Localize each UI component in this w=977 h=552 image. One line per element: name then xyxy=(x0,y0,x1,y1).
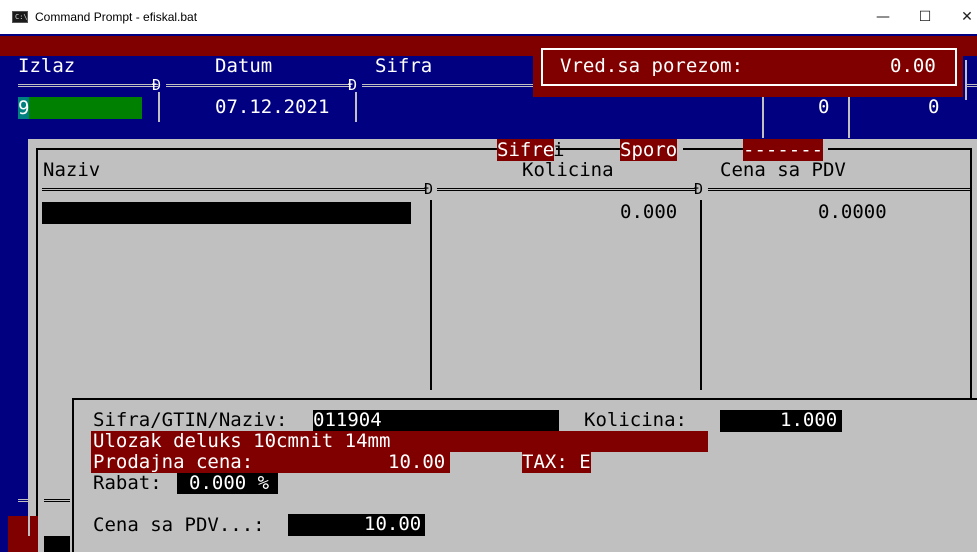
table-row-naziv-cell[interactable] xyxy=(42,202,411,224)
datum-value: 07.12.2021 xyxy=(215,96,330,118)
product-name: Ulozak deluks 10cmnit 14mm xyxy=(93,430,391,452)
col-naziv-header: Naziv xyxy=(43,159,101,181)
column-separator xyxy=(762,92,764,138)
header-divider xyxy=(166,84,351,87)
count-field-2: 0 xyxy=(928,96,940,118)
count-field-1: 0 xyxy=(818,96,830,118)
panel-border-top xyxy=(683,148,743,150)
kolicina-input-cursor xyxy=(706,410,720,432)
rabat-input-value: 0.000 % xyxy=(189,472,270,494)
panel-border-top xyxy=(828,148,970,150)
sifra-label: Sifra/GTIN/Naziv: xyxy=(93,409,288,431)
close-button[interactable]: ✕ xyxy=(949,6,977,28)
panel-border-top xyxy=(556,148,620,150)
minimize-button[interactable]: — xyxy=(865,6,901,28)
izlaz-input[interactable] xyxy=(18,97,142,119)
kolicina-label: Kolicina: xyxy=(584,409,687,431)
divider-junction: Ð xyxy=(424,180,434,198)
tab-sifre[interactable]: Sifre xyxy=(497,139,555,161)
header-divider xyxy=(18,84,158,87)
divider-junction: Ð xyxy=(694,180,704,198)
kolicina-input-value: 1.000 xyxy=(780,409,838,431)
window-title: Command Prompt - efiskal.bat xyxy=(35,10,198,24)
table-column-line xyxy=(700,200,702,390)
col-kolicina-header: Kolicina xyxy=(522,159,614,181)
header-datum-label: Datum xyxy=(215,55,273,77)
side-black-block xyxy=(44,536,70,552)
prodajna-value: 10.00 xyxy=(388,451,446,473)
rabat-label: Rabat: xyxy=(93,472,162,494)
tab-dashes[interactable]: ------- xyxy=(743,139,824,161)
maximize-button[interactable]: ☐ xyxy=(907,6,943,28)
tax-badge: TAX: E xyxy=(522,451,591,473)
column-separator xyxy=(355,92,357,122)
column-separator xyxy=(848,92,850,138)
console-top-edge xyxy=(0,34,977,36)
table-header-divider xyxy=(437,188,695,191)
table-header-divider xyxy=(42,188,426,191)
console-icon: C:\ xyxy=(12,11,28,23)
table-row-kolicina: 0.000 xyxy=(620,201,678,223)
panel-border-left xyxy=(36,148,38,552)
cena-pdv-value: 10.00 xyxy=(364,513,422,535)
sifra-input-value: 011904 xyxy=(313,409,382,431)
header-divider xyxy=(362,84,534,87)
column-separator xyxy=(158,92,160,122)
column-separator xyxy=(965,60,967,100)
total-value: 0.00 xyxy=(890,55,936,77)
side-divider xyxy=(44,499,70,502)
panel-border-top xyxy=(36,148,497,150)
table-column-line xyxy=(430,200,432,390)
table-header-divider xyxy=(708,188,970,191)
prodajna-label: Prodajna cena: xyxy=(93,451,254,473)
side-marker xyxy=(28,516,30,536)
side-red-block xyxy=(8,516,38,552)
panel-border-right xyxy=(970,148,972,398)
tab-sporo[interactable]: Sporo xyxy=(620,139,678,161)
izlaz-value: 9 xyxy=(18,97,30,119)
col-cena-header: Cena sa PDV xyxy=(720,159,846,181)
total-label: Vred.sa porezom: xyxy=(560,55,744,77)
tab-cursor: i xyxy=(553,139,565,161)
table-row-cena: 0.0000 xyxy=(818,201,887,223)
header-sifra-label: Sifra xyxy=(375,55,433,77)
header-izlaz-label: Izlaz xyxy=(18,55,76,77)
side-divider xyxy=(18,499,28,502)
cena-pdv-label: Cena sa PDV...: xyxy=(93,514,265,536)
